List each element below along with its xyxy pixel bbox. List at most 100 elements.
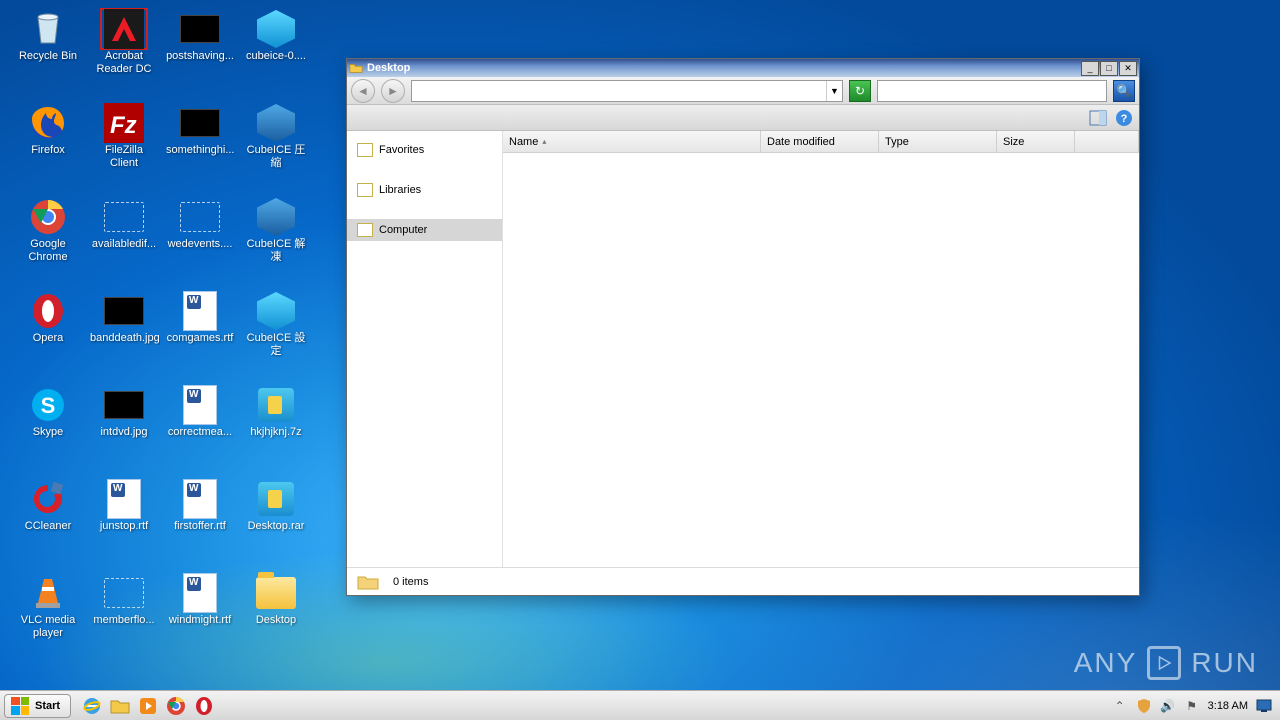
maximize-button[interactable]: □ — [1100, 61, 1118, 76]
column-header-type[interactable]: Type — [879, 131, 997, 152]
command-bar: ? — [347, 105, 1139, 131]
back-button[interactable]: ◄ — [351, 79, 375, 103]
desktop-icon-opera[interactable]: Opera — [10, 290, 86, 380]
desktop-icon-cubeice-compress[interactable]: CubeICE 圧縮 — [238, 102, 314, 192]
desktop-icon-postshaving[interactable]: postshaving... — [162, 8, 238, 98]
desktop-icon-firefox[interactable]: Firefox — [10, 102, 86, 192]
tray-flag-icon[interactable]: ⚑ — [1184, 698, 1200, 714]
desktop-icon-junstop[interactable]: junstop.rtf — [86, 478, 162, 568]
ccleaner-icon — [24, 478, 72, 520]
ie-icon[interactable] — [81, 695, 103, 717]
address-bar[interactable]: ▼ — [411, 80, 843, 102]
search-go-button[interactable]: 🔍 — [1113, 80, 1135, 102]
tray-expand-icon[interactable]: ⌃ — [1112, 698, 1128, 714]
firstoffer-icon — [176, 478, 224, 520]
somethinghi-icon — [176, 102, 224, 144]
window-buttons: _ □ ✕ — [1080, 61, 1137, 76]
column-header-date-modified[interactable]: Date modified — [761, 131, 879, 152]
svg-text:S: S — [41, 393, 56, 418]
window-title: Desktop — [367, 62, 410, 74]
desktop-icon-adobe-reader[interactable]: Acrobat Reader DC — [86, 8, 162, 98]
tray-shield-icon[interactable] — [1136, 698, 1152, 714]
nav-toolbar: ◄ ► ▼ ↻ 🔍 — [347, 77, 1139, 105]
chrome-taskbar-icon[interactable] — [165, 695, 187, 717]
desktop-icon-label: Acrobat Reader DC — [94, 50, 153, 75]
windows-logo-icon — [11, 697, 29, 715]
desktop-icon-comgames[interactable]: comgames.rtf — [162, 290, 238, 380]
desktop-icon-label: Desktop.rar — [246, 520, 307, 533]
desktop-icon-wedevents[interactable]: wedevents.... — [162, 196, 238, 286]
desktop-icon-label: memberflo... — [91, 614, 156, 627]
tray-volume-icon[interactable]: 🔊 — [1160, 698, 1176, 714]
desktop-icon-filezilla[interactable]: Fz FileZilla Client — [86, 102, 162, 192]
nav-item-libraries[interactable]: Libraries — [347, 179, 502, 201]
junstop-icon — [100, 478, 148, 520]
status-text: 0 items — [393, 576, 428, 588]
desktop-icon-desktop-rar[interactable]: Desktop.rar — [238, 478, 314, 568]
explorer-taskbar-icon[interactable] — [109, 695, 131, 717]
desktop-icon-label: wedevents.... — [166, 238, 235, 251]
nav-item-computer[interactable]: Computer — [347, 219, 502, 241]
file-list[interactable] — [503, 153, 1139, 567]
list-area: Name▴Date modifiedTypeSize — [503, 131, 1139, 567]
titlebar[interactable]: Desktop _ □ ✕ — [347, 59, 1139, 77]
desktop-icon-label: somethinghi... — [164, 144, 236, 157]
minimize-button[interactable]: _ — [1081, 61, 1099, 76]
availabledif-icon — [100, 196, 148, 238]
cubeice-settings-icon — [252, 290, 300, 332]
desktop-icon-recycle-bin[interactable]: Recycle Bin — [10, 8, 86, 98]
quicklaunch — [81, 695, 215, 717]
skype-icon: S — [24, 384, 72, 426]
desktop-icon-somethinghi[interactable]: somethinghi... — [162, 102, 238, 192]
help-icon[interactable]: ? — [1115, 109, 1133, 127]
desktop-icon-cubeice-settings[interactable]: CubeICE 設定 — [238, 290, 314, 380]
desktop-icon-firstoffer[interactable]: firstoffer.rtf — [162, 478, 238, 568]
svg-text:Fz: Fz — [110, 112, 137, 139]
column-header-spacer — [1075, 131, 1139, 152]
desktop-icon-vlc[interactable]: VLC media player — [10, 572, 86, 662]
search-input[interactable] — [878, 85, 1106, 97]
desktop-icon-correctmea[interactable]: correctmea... — [162, 384, 238, 474]
desktop-icon-label: Skype — [31, 426, 66, 439]
desktop-icon-label: CCleaner — [23, 520, 73, 533]
close-button[interactable]: ✕ — [1119, 61, 1137, 76]
desktop-icon-label: FileZilla Client — [88, 144, 160, 169]
start-button[interactable]: Start — [4, 694, 71, 718]
preview-pane-icon[interactable] — [1089, 109, 1107, 127]
desktop-icon-windmight[interactable]: windmight.rtf — [162, 572, 238, 662]
nav-item-favorites[interactable]: Favorites — [347, 139, 502, 161]
desktop-icon-label: Recycle Bin — [17, 50, 79, 63]
desktop-icon-label: windmight.rtf — [167, 614, 233, 627]
desktop-icon-banddeath[interactable]: banddeath.jpg — [86, 290, 162, 380]
cubeice-decompress-icon — [252, 196, 300, 238]
desktop-icon-memberflo[interactable]: memberflo... — [86, 572, 162, 662]
tray-monitor-icon[interactable] — [1256, 698, 1272, 714]
desktop-icon-desktop-folder[interactable]: Desktop — [238, 572, 314, 662]
desktop-icon-hkjhjknj[interactable]: hkjhjknj.7z — [238, 384, 314, 474]
nav-item-label: Computer — [379, 224, 427, 236]
nav-item-label: Favorites — [379, 144, 424, 156]
desktop-icon-intdvd[interactable]: intdvd.jpg — [86, 384, 162, 474]
desktop-icon-cubeice-0[interactable]: cubeice-0.... — [238, 8, 314, 98]
sort-asc-icon: ▴ — [542, 137, 546, 146]
address-dropdown-icon[interactable]: ▼ — [826, 81, 842, 101]
forward-button[interactable]: ► — [381, 79, 405, 103]
status-bar: 0 items — [347, 567, 1139, 595]
column-headers: Name▴Date modifiedTypeSize — [503, 131, 1139, 153]
desktop-icon-ccleaner[interactable]: CCleaner — [10, 478, 86, 568]
desktop-icon-label: cubeice-0.... — [244, 50, 308, 63]
desktop-icon-skype[interactable]: S Skype — [10, 384, 86, 474]
opera-icon — [24, 290, 72, 332]
refresh-button[interactable]: ↻ — [849, 80, 871, 102]
column-header-size[interactable]: Size — [997, 131, 1075, 152]
desktop-icon-chrome[interactable]: Google Chrome — [10, 196, 86, 286]
opera-taskbar-icon[interactable] — [193, 695, 215, 717]
chrome-icon — [24, 196, 72, 238]
desktop-icon-cubeice-decompress[interactable]: CubeICE 解凍 — [238, 196, 314, 286]
desktop-icon-label: Google Chrome — [26, 238, 69, 263]
column-header-name[interactable]: Name▴ — [503, 131, 761, 152]
vlc-icon — [24, 572, 72, 614]
desktop-icon-availabledif[interactable]: availabledif... — [86, 196, 162, 286]
media-player-icon[interactable] — [137, 695, 159, 717]
desktop-icon-label: CubeICE 解凍 — [240, 238, 312, 263]
